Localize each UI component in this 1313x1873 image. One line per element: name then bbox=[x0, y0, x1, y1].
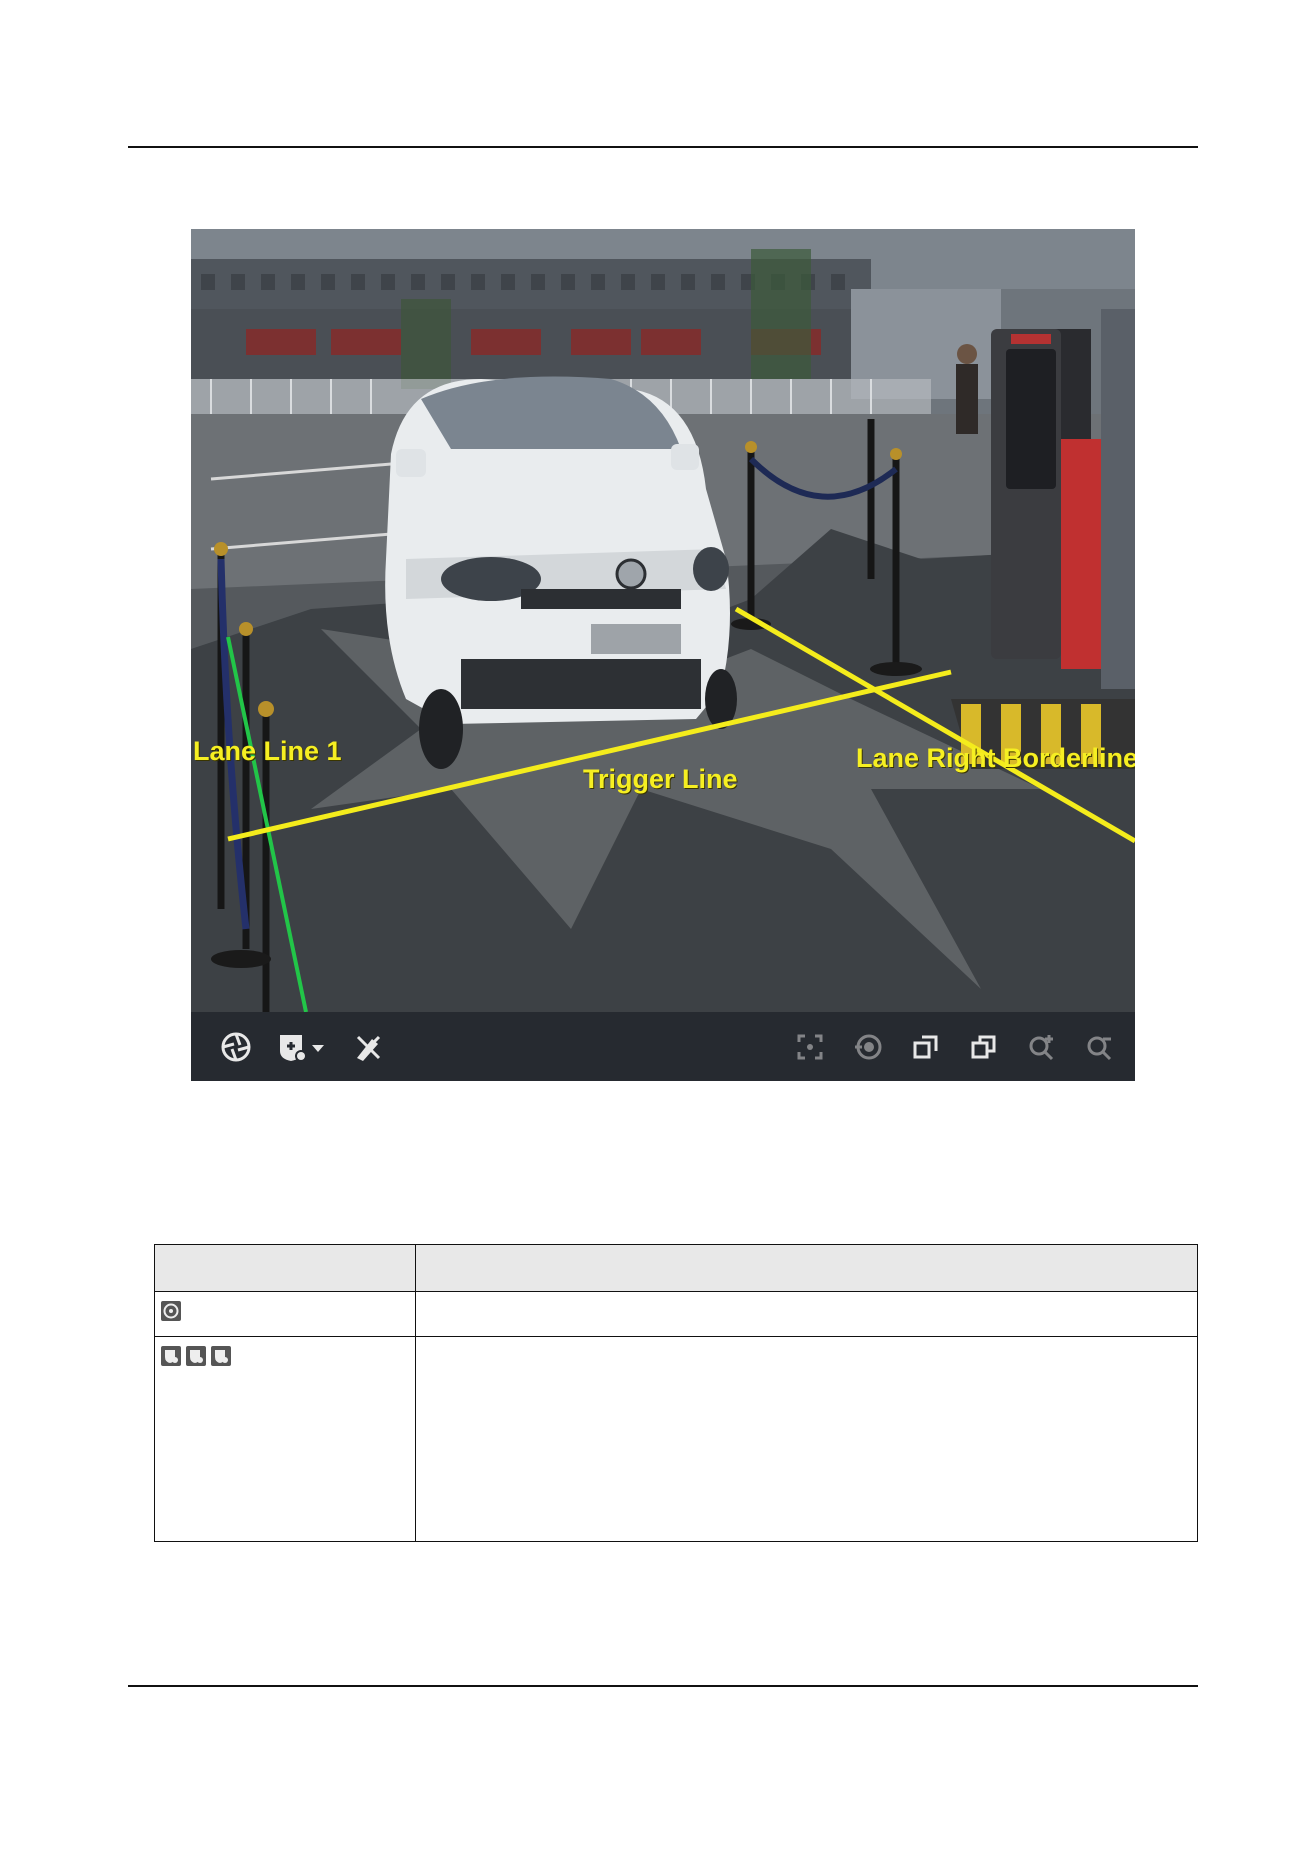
table-header-description bbox=[415, 1244, 1198, 1292]
clear-draw-icon[interactable] bbox=[339, 1022, 397, 1072]
capture-frame-icon[interactable] bbox=[781, 1022, 839, 1072]
table-cell-icon bbox=[154, 1291, 416, 1337]
aperture-icon bbox=[161, 1301, 181, 1322]
table-header-row bbox=[154, 1244, 1198, 1292]
lane-icon-2 bbox=[186, 1346, 206, 1367]
table-header-icon bbox=[154, 1244, 416, 1292]
window-icon[interactable] bbox=[955, 1022, 1013, 1072]
zoom-in-icon[interactable] bbox=[1013, 1022, 1071, 1072]
aperture-icon[interactable] bbox=[207, 1022, 265, 1072]
table-row bbox=[154, 1336, 1198, 1542]
live-view-toolbar bbox=[191, 1012, 1135, 1081]
restore-icon[interactable] bbox=[897, 1022, 955, 1072]
table-cell-description bbox=[415, 1336, 1198, 1542]
lane-icon-3 bbox=[211, 1346, 231, 1367]
lane-line-label: Lane Line 1 bbox=[193, 736, 342, 766]
table-cell-description bbox=[415, 1291, 1198, 1337]
trigger-line-label: Trigger Line bbox=[583, 764, 738, 794]
live-view-figure: Lane Line 1 Trigger Line Lane Right Bord… bbox=[191, 229, 1135, 1081]
header-rule bbox=[128, 146, 1198, 148]
scene-photo bbox=[191, 229, 1135, 1012]
draw-area-dropdown-icon[interactable] bbox=[265, 1022, 339, 1072]
table-cell-icon bbox=[154, 1336, 416, 1542]
footer-rule bbox=[128, 1685, 1198, 1687]
icon-description-table bbox=[154, 1244, 1198, 1542]
table-row bbox=[154, 1291, 1198, 1337]
lane-icon-1 bbox=[161, 1346, 181, 1367]
lane-right-borderline-label: Lane Right Borderline bbox=[856, 743, 1135, 773]
zoom-out-icon[interactable] bbox=[1071, 1022, 1129, 1072]
record-icon[interactable] bbox=[839, 1022, 897, 1072]
